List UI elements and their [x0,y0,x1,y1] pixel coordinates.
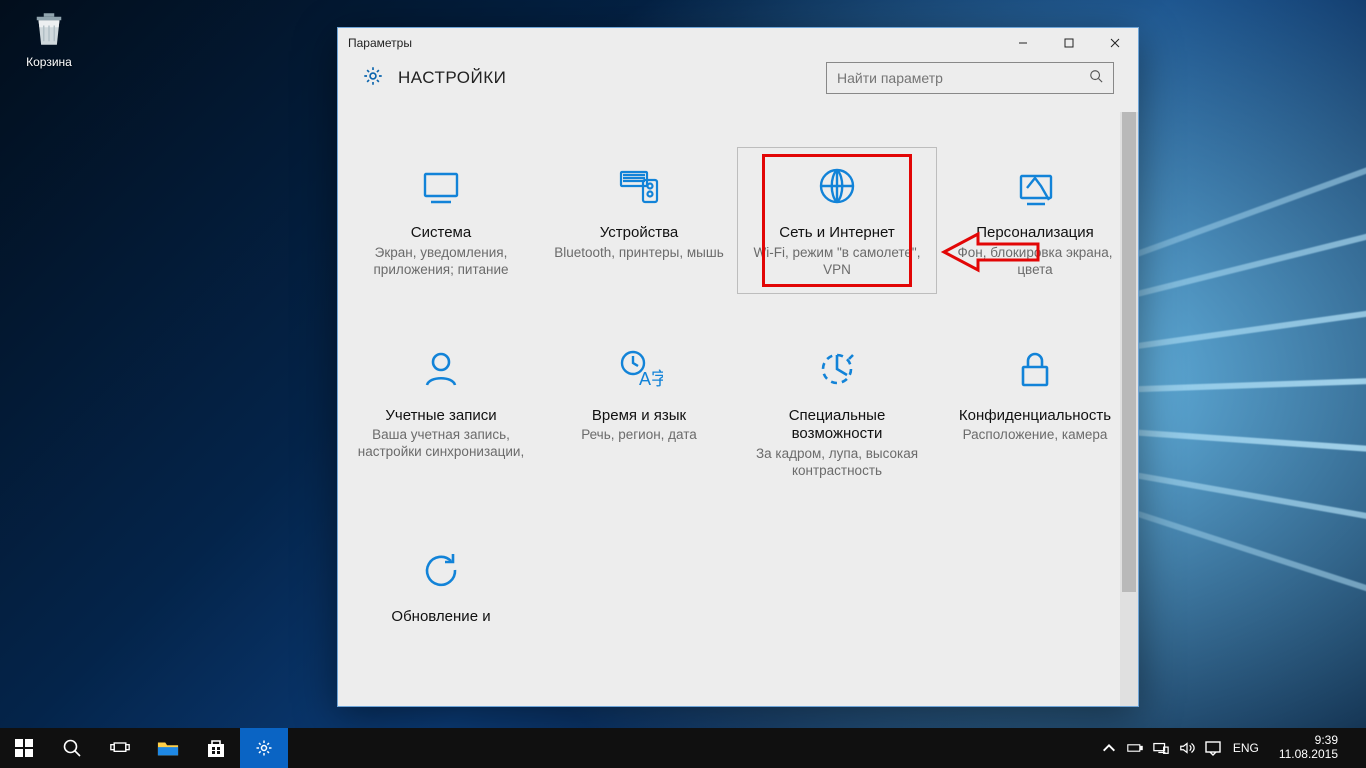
scrollbar[interactable] [1120,112,1138,706]
svg-text:A字: A字 [639,369,663,389]
network-icon [1153,740,1169,756]
tile-subtitle: Речь, регион, дата [550,427,728,444]
tile-title: Время и язык [550,407,728,426]
file-explorer-button[interactable] [144,728,192,768]
devices-icon [550,158,728,214]
page-title: НАСТРОЙКИ [398,68,506,88]
tile-title: Сеть и Интернет [748,224,926,243]
display-icon [352,158,530,214]
tile-title: Конфиденциальность [946,407,1124,426]
settings-taskbar-button[interactable] [240,728,288,768]
task-view-icon [110,738,130,758]
minimize-button[interactable] [1000,28,1046,58]
globe-icon [748,158,926,214]
tile-title: Учетные записи [352,407,530,426]
ease-icon [748,341,926,397]
maximize-button[interactable] [1046,28,1092,58]
settings-grid: Система Экран, уведомления, приложения; … [338,112,1138,643]
tile-subtitle: Экран, уведомления, приложения; питание [352,245,530,279]
store-button[interactable] [192,728,240,768]
tile-update[interactable]: Обновление и [342,532,540,643]
gear-icon [362,65,384,92]
volume-icon [1179,740,1195,756]
search-icon [1089,69,1103,88]
tile-title: Система [352,224,530,243]
tile-title: Обновление и [352,608,530,627]
task-view-button[interactable] [96,728,144,768]
tile-subtitle: За кадром, лупа, высокая контрастность [748,446,926,480]
tile-system[interactable]: Система Экран, уведомления, приложения; … [342,148,540,293]
tile-accounts[interactable]: Учетные записи Ваша учетная запись, наст… [342,331,540,494]
tile-subtitle: Расположение, камера [946,427,1124,444]
tile-subtitle: Bluetooth, принтеры, мышь [550,245,728,262]
folder-icon [157,737,179,759]
user-icon [352,341,530,397]
action-center-icon [1205,740,1221,756]
tile-privacy[interactable]: Конфиденциальность Расположение, камера [936,331,1134,494]
chevron-up-icon [1101,740,1117,756]
tile-personalization[interactable]: Персонализация Фон, блокировка экрана, ц… [936,148,1134,293]
recycle-bin-label: Корзина [14,55,84,69]
tile-title: Специальные возможности [748,407,926,445]
language-indicator[interactable]: ENG [1233,741,1259,755]
tile-subtitle: Ваша учетная запись, настройки синхрониз… [352,427,530,461]
gear-icon [254,738,274,758]
tile-title: Устройства [550,224,728,243]
lock-icon [946,341,1124,397]
search-button[interactable] [48,728,96,768]
windows-icon [14,738,34,758]
clock-date: 11.08.2015 [1279,748,1338,762]
tile-time-language[interactable]: A字 Время и язык Речь, регион, дата [540,331,738,494]
clock-time: 9:39 [1279,734,1338,748]
battery-icon [1127,740,1143,756]
desktop: Корзина Параметры [0,0,1366,768]
update-icon [352,542,530,598]
search-icon [62,738,82,758]
tile-ease-of-access[interactable]: Специальные возможности За кадром, лупа,… [738,331,936,494]
time-language-icon: A字 [550,341,728,397]
tile-subtitle: Wi-Fi, режим "в самолете", VPN [748,245,926,279]
tray[interactable] [1101,740,1221,756]
settings-window: Параметры [337,27,1139,707]
search-input[interactable] [826,62,1114,94]
start-button[interactable] [0,728,48,768]
window-title: Параметры [338,36,412,50]
tile-devices[interactable]: Устройства Bluetooth, принтеры, мышь [540,148,738,293]
taskbar-clock[interactable]: 9:39 11.08.2015 [1271,734,1346,762]
tile-network[interactable]: Сеть и Интернет Wi-Fi, режим "в самолете… [738,148,936,293]
personalize-icon [946,158,1124,214]
trash-icon [28,8,70,50]
window-titlebar[interactable]: Параметры [338,28,1138,58]
search-field[interactable] [837,70,1077,86]
recycle-bin-icon[interactable]: Корзина [14,8,84,69]
close-button[interactable] [1092,28,1138,58]
store-icon [205,737,227,759]
taskbar: ENG 9:39 11.08.2015 [0,728,1366,768]
tile-subtitle: Фон, блокировка экрана, цвета [946,245,1124,279]
tile-title: Персонализация [946,224,1124,243]
